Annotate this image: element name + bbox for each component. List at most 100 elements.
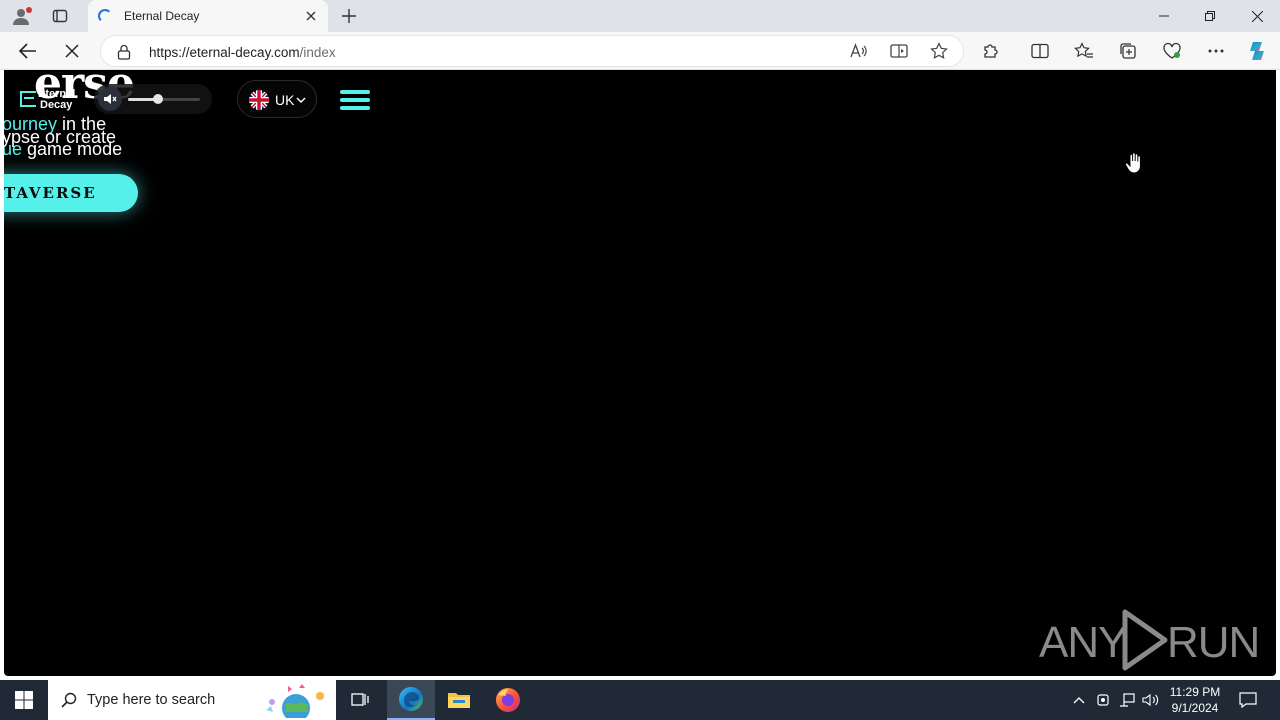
start-button[interactable] xyxy=(0,680,48,720)
read-aloud-icon xyxy=(850,43,867,58)
language-selector[interactable]: UK xyxy=(237,80,317,118)
plus-icon xyxy=(342,9,356,23)
firefox-icon xyxy=(496,688,520,712)
edge-icon xyxy=(399,687,423,711)
hand-cursor-icon xyxy=(1124,152,1144,179)
taskbar-edge-app[interactable] xyxy=(387,680,435,720)
taskbar-search-box[interactable]: Type here to search xyxy=(48,680,336,720)
restore-icon xyxy=(1205,11,1215,21)
logo-e-icon xyxy=(20,91,36,107)
windows-taskbar: Type here to search 11:29 PM 9/1/2024 xyxy=(0,680,1280,720)
minimize-icon xyxy=(1159,15,1169,17)
tagline-accent: ue xyxy=(4,139,23,159)
hamburger-icon-bar xyxy=(340,106,370,110)
hamburger-icon-bar xyxy=(340,98,370,102)
metaverse-cta-button[interactable]: TAVERSE xyxy=(4,174,138,212)
profile-button[interactable] xyxy=(8,4,34,28)
star-icon xyxy=(930,42,948,59)
browser-toolbar: https://eternal-decay.com/index xyxy=(0,32,1280,70)
read-aloud-button[interactable] xyxy=(847,39,871,63)
close-window-button[interactable] xyxy=(1237,4,1277,28)
url-text[interactable]: https://eternal-decay.com/index xyxy=(149,45,336,60)
minimize-button[interactable] xyxy=(1144,4,1184,28)
back-arrow-icon xyxy=(19,43,36,59)
taskbar-file-explorer-app[interactable] xyxy=(435,680,483,720)
copilot-button[interactable] xyxy=(1245,39,1269,63)
tab-title: Eternal Decay xyxy=(124,9,200,23)
close-icon xyxy=(65,44,79,58)
mute-button[interactable] xyxy=(98,87,122,111)
notification-dot xyxy=(26,7,32,13)
chevron-up-icon xyxy=(1073,697,1085,704)
speaker-muted-icon xyxy=(104,94,117,104)
search-highlight-illustration-icon[interactable] xyxy=(258,682,332,718)
tab-eternal-decay[interactable]: Eternal Decay xyxy=(88,0,328,32)
back-button[interactable] xyxy=(16,39,40,63)
copilot-icon xyxy=(1250,42,1264,60)
stop-loading-button[interactable] xyxy=(60,39,84,63)
extensions-button[interactable] xyxy=(979,39,1003,63)
notification-icon xyxy=(1239,692,1257,708)
more-dots-icon xyxy=(1208,49,1224,53)
watermark-left-text: ANY xyxy=(1039,618,1127,667)
url-path: /index xyxy=(299,45,336,60)
site-logo[interactable]: Eternal Decay xyxy=(20,88,90,112)
chevron-down-icon xyxy=(295,93,307,111)
favorite-star-button[interactable] xyxy=(927,39,951,63)
browser-tab-strip: Eternal Decay xyxy=(0,0,1280,32)
webcam-icon xyxy=(1097,694,1109,706)
speaker-icon xyxy=(1142,693,1159,707)
task-view-button[interactable] xyxy=(336,680,384,720)
immersive-reader-button[interactable] xyxy=(887,39,911,63)
tab-actions-button[interactable] xyxy=(46,4,74,28)
close-tab-button[interactable] xyxy=(302,7,320,25)
tab-actions-icon xyxy=(52,9,68,23)
collections-icon xyxy=(1120,43,1136,59)
split-screen-button[interactable] xyxy=(1028,39,1052,63)
puzzle-icon xyxy=(984,44,998,58)
settings-more-button[interactable] xyxy=(1204,39,1228,63)
meet-now-tray-button[interactable] xyxy=(1093,690,1113,710)
address-bar[interactable]: https://eternal-decay.com/index xyxy=(100,35,964,67)
web-page-viewport: erse Eternal Decay UK ourney in the ypse… xyxy=(4,70,1276,676)
volume-control xyxy=(94,84,212,114)
lock-icon[interactable] xyxy=(117,44,131,60)
action-center-button[interactable] xyxy=(1238,690,1258,710)
hero-tagline: ourney in the ypse or create ue game mod… xyxy=(4,115,162,158)
file-explorer-icon xyxy=(448,693,470,708)
volume-tray-button[interactable] xyxy=(1141,690,1161,710)
favorites-icon xyxy=(1074,42,1093,58)
new-tab-button[interactable] xyxy=(338,5,360,27)
cta-label: TAVERSE xyxy=(4,184,97,202)
play-logo-icon xyxy=(1122,609,1168,671)
taskbar-clock[interactable]: 11:29 PM 9/1/2024 xyxy=(1164,684,1226,716)
close-icon xyxy=(1251,10,1263,22)
browser-essentials-button[interactable] xyxy=(1160,39,1184,63)
loading-spinner-icon xyxy=(98,9,112,23)
network-icon xyxy=(1120,693,1135,707)
favorites-button[interactable] xyxy=(1072,39,1096,63)
volume-slider-handle[interactable] xyxy=(153,94,164,104)
restore-button[interactable] xyxy=(1190,4,1230,28)
close-icon xyxy=(306,11,316,21)
taskbar-firefox-app[interactable] xyxy=(484,680,532,720)
windows-logo-icon xyxy=(15,691,33,709)
hamburger-icon xyxy=(340,90,370,94)
show-hidden-icons-button[interactable] xyxy=(1069,690,1089,710)
menu-button[interactable] xyxy=(340,90,372,110)
collections-button[interactable] xyxy=(1116,39,1140,63)
language-code: UK xyxy=(275,92,295,108)
immersive-reader-icon xyxy=(890,44,908,58)
anyrun-watermark: ANY RUN xyxy=(1039,608,1260,672)
tagline-line-3: ue game mode xyxy=(4,140,162,158)
volume-slider[interactable] xyxy=(128,94,200,104)
split-screen-icon xyxy=(1031,43,1049,59)
watermark-right-text: RUN xyxy=(1167,618,1260,667)
clock-time: 11:29 PM xyxy=(1169,685,1221,699)
search-icon xyxy=(61,692,77,708)
uk-flag-icon xyxy=(249,90,269,110)
network-tray-button[interactable] xyxy=(1117,690,1137,710)
clock-date: 9/1/2024 xyxy=(1171,701,1219,715)
task-view-icon xyxy=(351,693,369,706)
logo-text-line2: Decay xyxy=(40,99,73,111)
